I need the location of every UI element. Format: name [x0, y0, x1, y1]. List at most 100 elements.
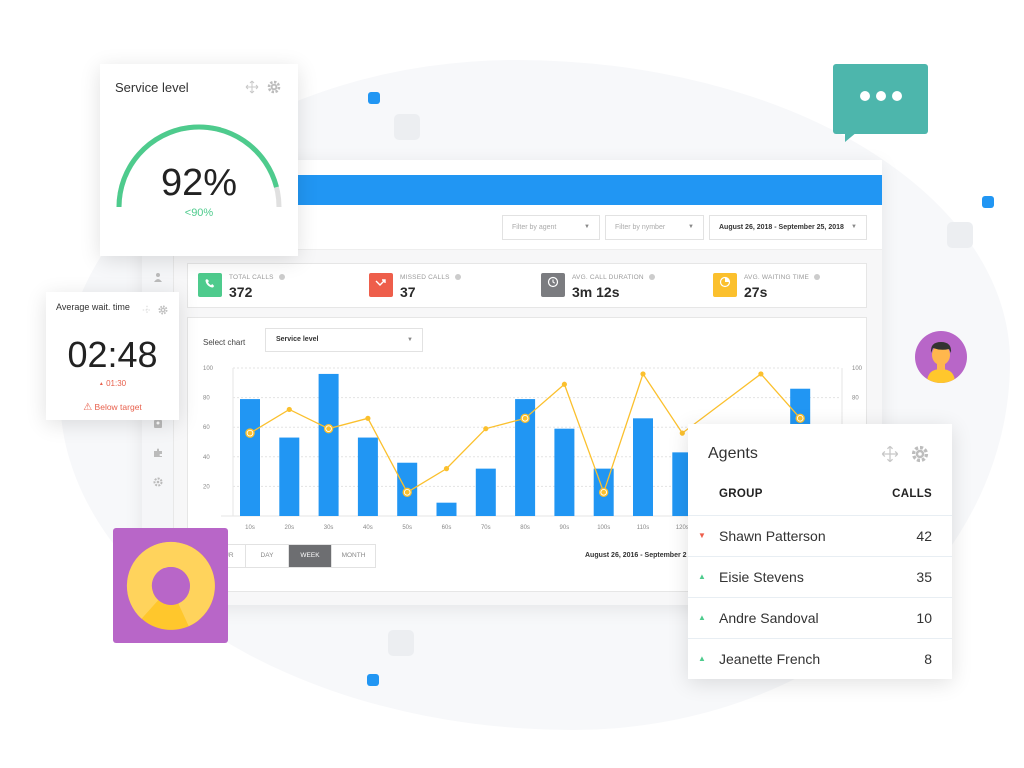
service-level-value: 92%: [160, 162, 238, 204]
missed-call-icon: [369, 273, 393, 297]
range-toggle: HOUR DAY WEEK MONTH: [202, 544, 376, 568]
stat-label: TOTAL CALLS: [229, 274, 274, 281]
trend-up-icon: ▲: [98, 380, 104, 387]
avg-wait-trend: 01:30: [106, 379, 127, 388]
agent-row[interactable]: ▲ Eisie Stevens 35: [688, 556, 952, 597]
line-point: [483, 426, 489, 432]
x-tick-label: 60s: [442, 525, 452, 531]
gear-icon[interactable]: [152, 477, 164, 489]
decor-square: [368, 92, 380, 104]
decor-square: [388, 630, 414, 656]
decor-square: [947, 222, 973, 248]
user-icon[interactable]: [152, 272, 164, 284]
line-point: [365, 415, 371, 421]
column-header-group[interactable]: GROUP: [719, 488, 763, 500]
x-tick-label: 110s: [637, 525, 650, 531]
bar: [357, 437, 378, 516]
bar: [554, 428, 575, 516]
x-tick-label: 40s: [363, 525, 373, 531]
avg-wait-value: 02:48: [67, 334, 158, 375]
puzzle-icon[interactable]: [152, 448, 164, 460]
card-title: Agents: [708, 445, 758, 462]
line-point: [404, 489, 410, 495]
x-tick-label: 70s: [481, 525, 491, 531]
agent-row[interactable]: ▼ Shawn Patterson 42: [688, 515, 952, 556]
x-tick-label: 90s: [560, 525, 570, 531]
contact-card-icon[interactable]: [152, 419, 164, 431]
chevron-down-icon: ▼: [688, 224, 694, 230]
donut-chart-tile: [113, 528, 228, 643]
agent-row[interactable]: ▲ Andre Sandoval 10: [688, 597, 952, 638]
agent-calls: 35: [916, 569, 932, 585]
gear-icon[interactable]: [911, 445, 929, 468]
stat-value: 27s: [744, 284, 768, 300]
y2-tick-label: 100: [852, 366, 863, 372]
phone-icon: [198, 273, 222, 297]
filter-agent-placeholder: Filter by agent: [512, 224, 557, 231]
decor-square: [367, 674, 379, 686]
x-tick-label: 120s: [676, 525, 689, 531]
agent-calls: 42: [916, 528, 932, 544]
x-tick-label: 30s: [324, 525, 334, 531]
line-point: [640, 371, 646, 377]
move-icon[interactable]: [142, 302, 152, 320]
agent-name: Shawn Patterson: [719, 528, 826, 544]
help-icon[interactable]: [454, 274, 461, 281]
move-icon[interactable]: [881, 445, 899, 468]
stat-label: AVG. CALL DURATION: [572, 274, 644, 281]
filter-number-select[interactable]: Filter by nymber ▼: [605, 215, 704, 240]
help-icon[interactable]: [648, 274, 655, 281]
line-point: [601, 489, 607, 495]
column-header-calls[interactable]: CALLS: [892, 488, 932, 500]
line-point: [561, 381, 567, 387]
bar: [318, 373, 339, 516]
bar: [475, 468, 496, 516]
stat-value: 37: [400, 284, 416, 300]
line-point: [679, 430, 685, 436]
agent-row[interactable]: ▲ Jeanette French 8: [688, 638, 952, 679]
stat-value: 3m 12s: [572, 284, 620, 300]
trend-up-icon: ▲: [698, 654, 706, 663]
y-tick-label: 40: [203, 455, 210, 461]
date-range-value: August 26, 2018 - September 25, 2018: [719, 224, 844, 231]
x-tick-label: 50s: [402, 525, 412, 531]
gear-icon[interactable]: [158, 302, 168, 320]
bar: [279, 437, 300, 516]
y-tick-label: 100: [203, 366, 214, 372]
agent-calls: 8: [924, 651, 932, 667]
service-level-card: Service level 92% <90%: [100, 64, 298, 256]
y-tick-label: 20: [203, 484, 210, 490]
bar: [633, 418, 653, 516]
range-day-button[interactable]: DAY: [246, 545, 289, 567]
service-level-target: <90%: [184, 207, 214, 219]
filter-agent-select[interactable]: Filter by agent ▼: [502, 215, 600, 240]
x-tick-label: 10s: [245, 525, 255, 531]
x-tick-label: 80s: [520, 525, 530, 531]
line-point: [758, 371, 764, 377]
trend-down-icon: ▼: [698, 531, 706, 540]
chevron-down-icon: ▼: [851, 224, 857, 230]
range-week-button[interactable]: WEEK: [289, 545, 332, 567]
agent-name: Jeanette French: [719, 651, 821, 667]
clock-icon: [541, 273, 565, 297]
y-tick-label: 80: [203, 396, 210, 402]
chat-bubble-icon: [833, 64, 928, 142]
decor-square: [982, 196, 994, 208]
agent-calls: 10: [916, 610, 932, 626]
dot: [875, 91, 886, 101]
dot: [891, 91, 902, 101]
trend-up-icon: ▲: [698, 572, 706, 581]
line-point: [797, 415, 803, 421]
person-icon: [927, 342, 955, 383]
line-point: [286, 406, 292, 413]
decor-square: [394, 114, 420, 140]
trend-up-icon: ▲: [698, 613, 706, 622]
dot: [859, 91, 870, 101]
range-month-button[interactable]: MONTH: [332, 545, 375, 567]
help-icon[interactable]: [814, 274, 821, 281]
chart-date-range: August 26, 2016 - September 2: [585, 552, 687, 559]
help-icon[interactable]: [278, 274, 285, 281]
y2-tick-label: 80: [852, 396, 859, 402]
date-range-select[interactable]: August 26, 2018 - September 25, 2018 ▼: [709, 215, 867, 240]
avatar: [915, 331, 967, 383]
